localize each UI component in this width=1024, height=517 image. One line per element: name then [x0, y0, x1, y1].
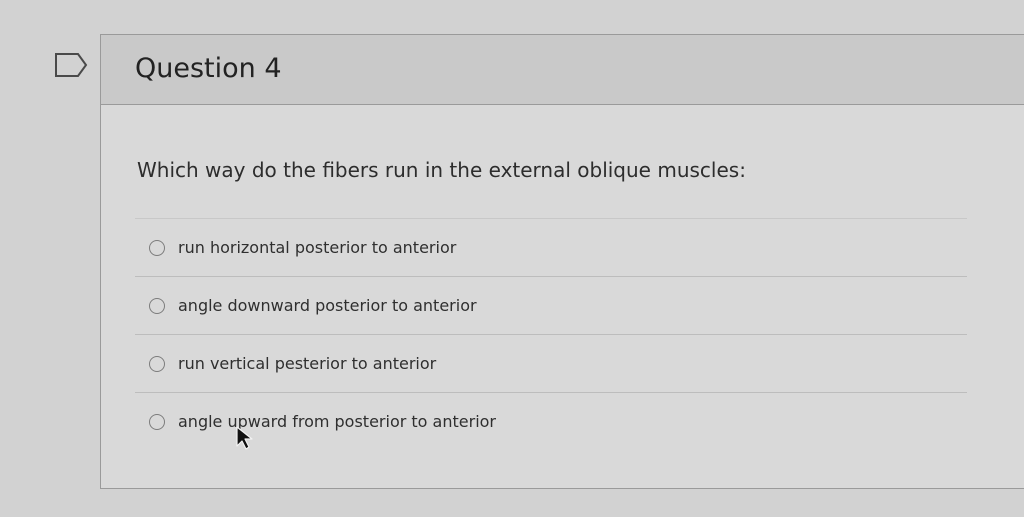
answer-label[interactable]: angle upward from posterior to anterior — [178, 411, 496, 433]
question-card: Question 4 Which way do the fibers run i… — [100, 34, 1024, 489]
question-header: Question 4 — [101, 35, 1024, 105]
question-text: Which way do the fibers run in the exter… — [137, 158, 746, 182]
cursor-icon — [235, 425, 253, 451]
answer-label[interactable]: run horizontal posterior to anterior — [178, 237, 456, 259]
answer-list: run horizontal posterior to anterior ang… — [135, 218, 967, 450]
answer-option[interactable]: run horizontal posterior to anterior — [135, 218, 967, 276]
answer-option[interactable]: run vertical pesterior to anterior — [135, 334, 967, 392]
question-body: Which way do the fibers run in the exter… — [101, 105, 1024, 450]
answer-option[interactable]: angle downward posterior to anterior — [135, 276, 967, 334]
radio-icon[interactable] — [149, 239, 165, 256]
radio-icon[interactable] — [149, 413, 165, 430]
question-title: Question 4 — [135, 53, 282, 84]
answer-label[interactable]: run vertical pesterior to anterior — [178, 353, 436, 375]
answer-option[interactable]: angle upward from posterior to anterior — [135, 392, 967, 450]
radio-icon[interactable] — [149, 297, 165, 314]
flag-icon[interactable] — [54, 52, 88, 78]
radio-icon[interactable] — [149, 355, 165, 372]
answer-label[interactable]: angle downward posterior to anterior — [178, 295, 477, 317]
